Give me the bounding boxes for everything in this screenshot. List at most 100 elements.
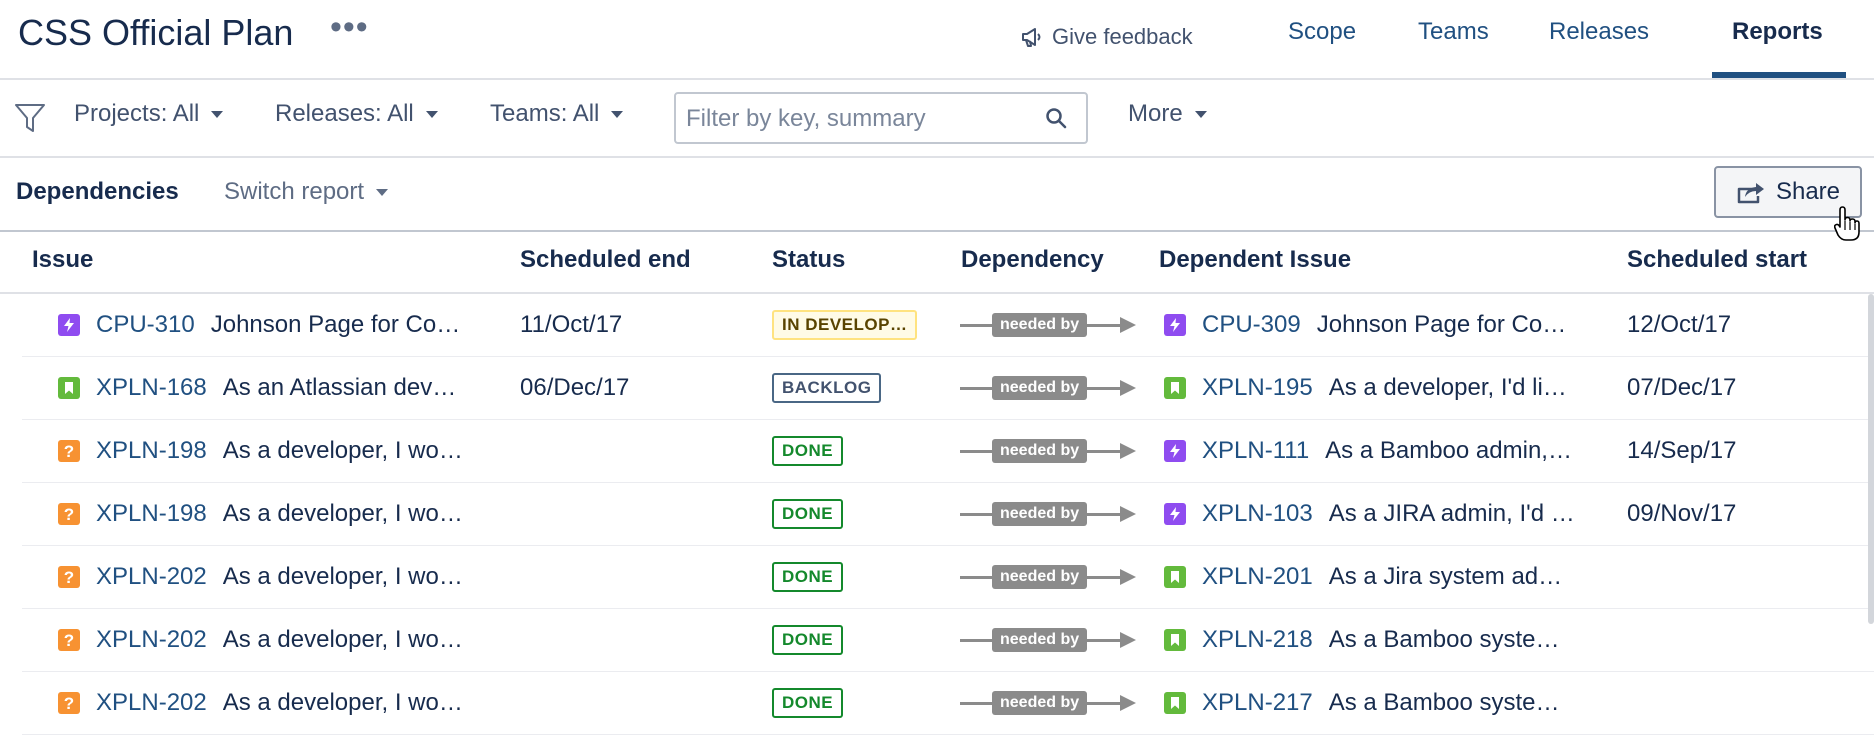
issue-key-link[interactable]: XPLN-202 <box>96 626 207 654</box>
lightning-epic-icon <box>1164 314 1186 336</box>
issue-summary[interactable]: Johnson Page for Co… <box>211 311 460 339</box>
filter-funnel-icon[interactable] <box>14 102 46 134</box>
top-header: CSS Official Plan ••• Give feedback Scop… <box>0 0 1874 80</box>
dependent-issue-summary[interactable]: As a Bamboo syste… <box>1329 626 1560 654</box>
status-badge: BACKLOG <box>772 373 882 403</box>
tab-scope[interactable]: Scope <box>1288 18 1356 46</box>
issue-key-link[interactable]: XPLN-202 <box>96 563 207 591</box>
column-header-issue[interactable]: Issue <box>32 246 93 274</box>
arrow-right-icon <box>1120 569 1136 585</box>
search-input[interactable] <box>684 100 1028 138</box>
issue-summary[interactable]: As a developer, I wo… <box>223 500 463 528</box>
dependent-issue-summary[interactable]: As a developer, I'd li… <box>1329 374 1567 402</box>
dependency-arrow[interactable]: needed by <box>960 625 1136 655</box>
dependent-issue-key-link[interactable]: XPLN-103 <box>1202 500 1313 528</box>
column-header-status[interactable]: Status <box>772 246 845 274</box>
issue-summary[interactable]: As a developer, I wo… <box>223 563 463 591</box>
dependent-issue-cell: XPLN-195 As a developer, I'd li… <box>1164 357 1634 419</box>
issue-summary[interactable]: As a developer, I wo… <box>223 437 463 465</box>
releases-filter-label: Releases: All <box>275 100 414 127</box>
dependent-issue-key-link[interactable]: XPLN-201 <box>1202 563 1313 591</box>
dependency-arrow[interactable]: needed by <box>960 436 1136 466</box>
status-badge: DONE <box>772 688 844 718</box>
status-badge: DONE <box>772 625 844 655</box>
dependent-issue-summary[interactable]: As a Bamboo admin,… <box>1325 437 1572 465</box>
dependency-label: needed by <box>992 502 1088 526</box>
arrow-right-icon <box>1120 506 1136 522</box>
dependency-label: needed by <box>992 439 1088 463</box>
column-header-dependency[interactable]: Dependency <box>961 246 1104 274</box>
dependency-arrow[interactable]: needed by <box>960 373 1136 403</box>
dependent-issue-summary[interactable]: As a JIRA admin, I'd … <box>1329 500 1575 528</box>
issue-cell: ? XPLN-198 As a developer, I wo… <box>58 483 518 545</box>
dependency-arrow[interactable]: needed by <box>960 499 1136 529</box>
issue-summary[interactable]: As an Atlassian dev… <box>223 374 456 402</box>
issue-cell: ? XPLN-202 As a developer, I wo… <box>58 672 518 734</box>
status-cell: IN DEVELOP… <box>772 294 972 356</box>
vertical-scrollbar[interactable] <box>1868 294 1874 624</box>
teams-filter-dropdown[interactable]: Teams: All <box>490 100 624 128</box>
dependent-issue-cell: XPLN-217 As a Bamboo syste… <box>1164 672 1634 734</box>
search-icon[interactable] <box>1044 106 1068 130</box>
projects-filter-dropdown[interactable]: Projects: All <box>74 100 224 128</box>
give-feedback-link[interactable]: Give feedback <box>1020 24 1193 50</box>
column-header-scheduled-end[interactable]: Scheduled end <box>520 246 691 274</box>
dependent-issue-key-link[interactable]: XPLN-218 <box>1202 626 1313 654</box>
issue-key-link[interactable]: XPLN-168 <box>96 374 207 402</box>
issue-key-link[interactable]: XPLN-198 <box>96 437 207 465</box>
give-feedback-label: Give feedback <box>1052 24 1193 49</box>
search-box <box>674 92 1088 144</box>
bookmark-story-icon <box>1164 566 1186 588</box>
issue-key-link[interactable]: XPLN-198 <box>96 500 207 528</box>
column-header-dependent-issue[interactable]: Dependent Issue <box>1159 246 1351 274</box>
scheduled-end <box>520 609 740 671</box>
scheduled-start: 14/Sep/17 <box>1627 437 1737 464</box>
dependency-arrow[interactable]: needed by <box>960 310 1136 340</box>
bookmark-story-icon <box>1164 629 1186 651</box>
arrow-right-icon <box>1120 317 1136 333</box>
dependency-label: needed by <box>992 565 1088 589</box>
switch-report-dropdown[interactable]: Switch report <box>224 178 389 206</box>
tab-teams[interactable]: Teams <box>1418 18 1489 46</box>
dependency-arrow[interactable]: needed by <box>960 688 1136 718</box>
releases-filter-dropdown[interactable]: Releases: All <box>275 100 438 128</box>
dependency-cell: needed by <box>960 420 1150 482</box>
status-cell: DONE <box>772 672 972 734</box>
scheduled-end <box>520 546 740 608</box>
dependent-issue-key-link[interactable]: XPLN-217 <box>1202 689 1313 717</box>
projects-filter-label: Projects: All <box>74 100 200 127</box>
table-header: Issue Scheduled end Status Dependency De… <box>0 232 1874 294</box>
dependent-issue-summary[interactable]: As a Jira system ad… <box>1329 563 1562 591</box>
teams-filter-label: Teams: All <box>490 100 600 127</box>
issue-key-link[interactable]: XPLN-202 <box>96 689 207 717</box>
dependent-issue-summary[interactable]: Johnson Page for Co… <box>1317 311 1566 339</box>
dependency-arrow[interactable]: needed by <box>960 562 1136 592</box>
tab-reports[interactable]: Reports <box>1732 18 1823 46</box>
scheduled-start: 09/Nov/17 <box>1627 500 1737 527</box>
question-icon: ? <box>58 503 80 525</box>
issue-key-link[interactable]: CPU-310 <box>96 311 195 339</box>
status-cell: DONE <box>772 420 972 482</box>
more-filters-label: More <box>1128 100 1183 127</box>
dependent-issue-key-link[interactable]: XPLN-195 <box>1202 374 1313 402</box>
column-header-scheduled-start[interactable]: Scheduled start <box>1627 246 1807 274</box>
tab-releases[interactable]: Releases <box>1549 18 1649 46</box>
plan-title: CSS Official Plan <box>18 12 294 53</box>
arrow-right-icon <box>1120 443 1136 459</box>
more-filters-dropdown[interactable]: More <box>1128 100 1207 128</box>
arrow-right-icon <box>1120 380 1136 396</box>
dependent-issue-summary[interactable]: As a Bamboo syste… <box>1329 689 1560 717</box>
issue-summary[interactable]: As a developer, I wo… <box>223 626 463 654</box>
bookmark-story-icon <box>1164 377 1186 399</box>
question-icon: ? <box>58 566 80 588</box>
dependent-issue-key-link[interactable]: XPLN-111 <box>1202 437 1309 465</box>
issue-summary[interactable]: As a developer, I wo… <box>223 689 463 717</box>
dependent-issue-cell: XPLN-103 As a JIRA admin, I'd … <box>1164 483 1634 545</box>
scheduled-end: 06/Dec/17 <box>520 374 630 401</box>
question-icon: ? <box>58 629 80 651</box>
dependency-cell: needed by <box>960 357 1150 419</box>
arrow-right-icon <box>1120 695 1136 711</box>
more-options-icon[interactable]: ••• <box>330 8 369 47</box>
dependent-issue-key-link[interactable]: CPU-309 <box>1202 311 1301 339</box>
dependency-cell: needed by <box>960 546 1150 608</box>
